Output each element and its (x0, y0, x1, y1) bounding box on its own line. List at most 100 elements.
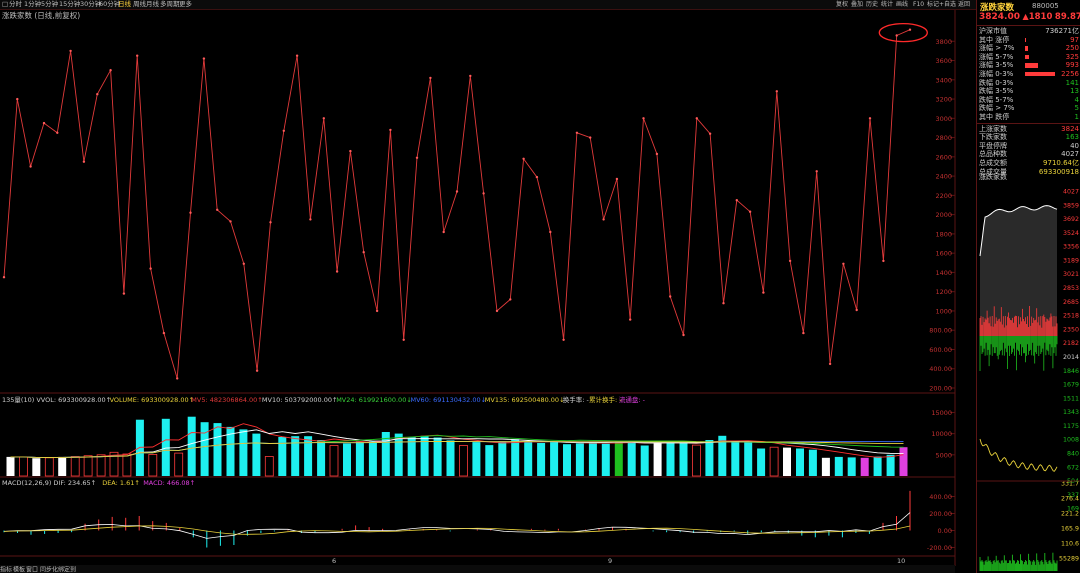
indicator-legend-2: MV5: 482306864.00↑ (191, 396, 262, 404)
bottom-tab-0[interactable]: 指标 (0, 566, 12, 573)
volume-bar (731, 440, 740, 476)
stat-label: 上涨家数 (979, 124, 1007, 133)
stat-label: 总成交额 (979, 158, 1007, 167)
y-tick-label: 3600 (935, 57, 952, 65)
data-point (868, 117, 872, 120)
stat-row: 总品种数 4027 (977, 150, 1080, 159)
data-point (655, 152, 659, 156)
volume-bar (627, 442, 636, 476)
stat-value: 141 (1065, 78, 1079, 87)
volume-bar (614, 441, 623, 476)
stat-row: 涨幅 > 7% 250 (977, 44, 1080, 53)
data-point (269, 221, 272, 224)
volume-bar (744, 441, 753, 476)
bottom-tab-3[interactable]: 同步化 (40, 566, 58, 573)
data-point (522, 157, 525, 160)
stat-value: 9710.64亿 (1043, 158, 1079, 167)
mini-y-label: 2518 (1063, 313, 1079, 320)
stat-bar (1025, 63, 1039, 68)
data-point (136, 54, 139, 57)
data-point (429, 76, 432, 80)
quote-change-pct: 89.87% (1054, 12, 1080, 22)
volume-bar (575, 443, 584, 476)
stat-label: 沪深市值 (979, 27, 1007, 35)
quote-code: 880005 (1032, 2, 1059, 10)
y-tick-label: 3000 (935, 115, 952, 123)
y-tick-label: 2600 (935, 153, 952, 161)
data-point (708, 132, 712, 135)
volume-bar (796, 448, 804, 476)
y-tick-label: 2200 (935, 192, 952, 200)
data-point (149, 267, 152, 270)
volume-bar (83, 455, 93, 477)
volume-bar (808, 449, 817, 476)
y-tick-label: 200.00 (929, 385, 952, 393)
stat-value: 325 (1065, 52, 1079, 61)
volume-bar (769, 446, 779, 477)
y-tick-label: 400.00 (929, 365, 952, 373)
data-point (629, 318, 632, 321)
data-point (176, 377, 179, 380)
data-point (295, 54, 299, 57)
data-point (162, 331, 166, 335)
data-point (82, 160, 86, 163)
mini-y-label: 3189 (1063, 257, 1079, 264)
macd-legend-1: DEA: 1.61↑ (102, 479, 140, 487)
mini-y-label: 1679 (1063, 382, 1079, 389)
stat-row: 沪深市值 736271亿 (977, 27, 1080, 36)
data-point (216, 208, 219, 211)
stat-row: 下跌家数 163 (977, 133, 1080, 142)
bottom-tab-1[interactable]: 模板 (13, 566, 25, 573)
mini-y-label: 331.7 (1061, 481, 1079, 488)
mini-y-label: 2350 (1063, 326, 1079, 333)
data-point (189, 211, 192, 214)
quote-panel: 涨跌家数 880005 3824.00 ▲1810 89.87% 沪深市值736… (976, 0, 1080, 573)
mini-intraday-chart: 4027 3859 3692 3524 3356 3189 3021 2853 2685 2518… (977, 189, 1080, 571)
divider (977, 122, 1080, 124)
indicator-legend-0: 135量(10) VVOL: 693300928.00↑ (2, 396, 111, 404)
stat-value: 736271亿 (1045, 27, 1079, 35)
data-point (42, 121, 46, 125)
stat-value: 163 (1065, 133, 1079, 142)
y-tick-label: 2000 (935, 211, 952, 219)
data-point (455, 190, 459, 193)
y-tick-label: 1800 (935, 230, 952, 238)
macd-panel: MACD(12,26,9) DIF: 234.65↑ DEA: 1.61↑ MACD… (2, 479, 955, 552)
mini-y-label: 3021 (1063, 271, 1079, 278)
data-point (255, 369, 259, 372)
data-point (495, 309, 499, 313)
y-tick-label: 3400 (935, 76, 952, 84)
data-point (482, 192, 485, 195)
volume-bar (847, 457, 856, 476)
mini-y-label: 1175 (1063, 423, 1079, 430)
bottom-tab-4[interactable]: 绑定到 (58, 566, 76, 573)
bottom-tab-2[interactable]: 窗口 (26, 566, 38, 573)
data-point (722, 302, 725, 305)
volume-bar (291, 436, 300, 476)
data-point (615, 177, 619, 181)
data-point (362, 251, 365, 254)
data-point (69, 49, 72, 53)
volume-bar (472, 442, 481, 476)
volume-bar (343, 443, 351, 476)
volume-bar (96, 454, 106, 477)
volume-bar (355, 441, 364, 476)
series-line (3, 29, 911, 379)
data-point (562, 338, 565, 341)
volume-bar (485, 445, 494, 476)
stat-row: 总成交额 9710.64亿 (977, 159, 1080, 168)
dea-line (3, 525, 911, 535)
volume-bar (821, 457, 830, 476)
volume-bar (537, 443, 546, 476)
stat-value: 2256 (1061, 69, 1079, 78)
indicator-legend-1: VOLUME: 693300928.00↑ (110, 396, 194, 404)
data-point (282, 129, 285, 132)
volume-bar (459, 445, 468, 477)
dif-line (3, 512, 911, 539)
data-point (828, 362, 832, 366)
line-panel: 3800 3600 3400 3200 3000 2800 2600 2400 2200 2000… (2, 22, 955, 393)
data-point (748, 210, 752, 213)
data-point (855, 308, 858, 312)
data-point (775, 90, 778, 93)
y-tick-label: 0.00 (938, 527, 952, 535)
